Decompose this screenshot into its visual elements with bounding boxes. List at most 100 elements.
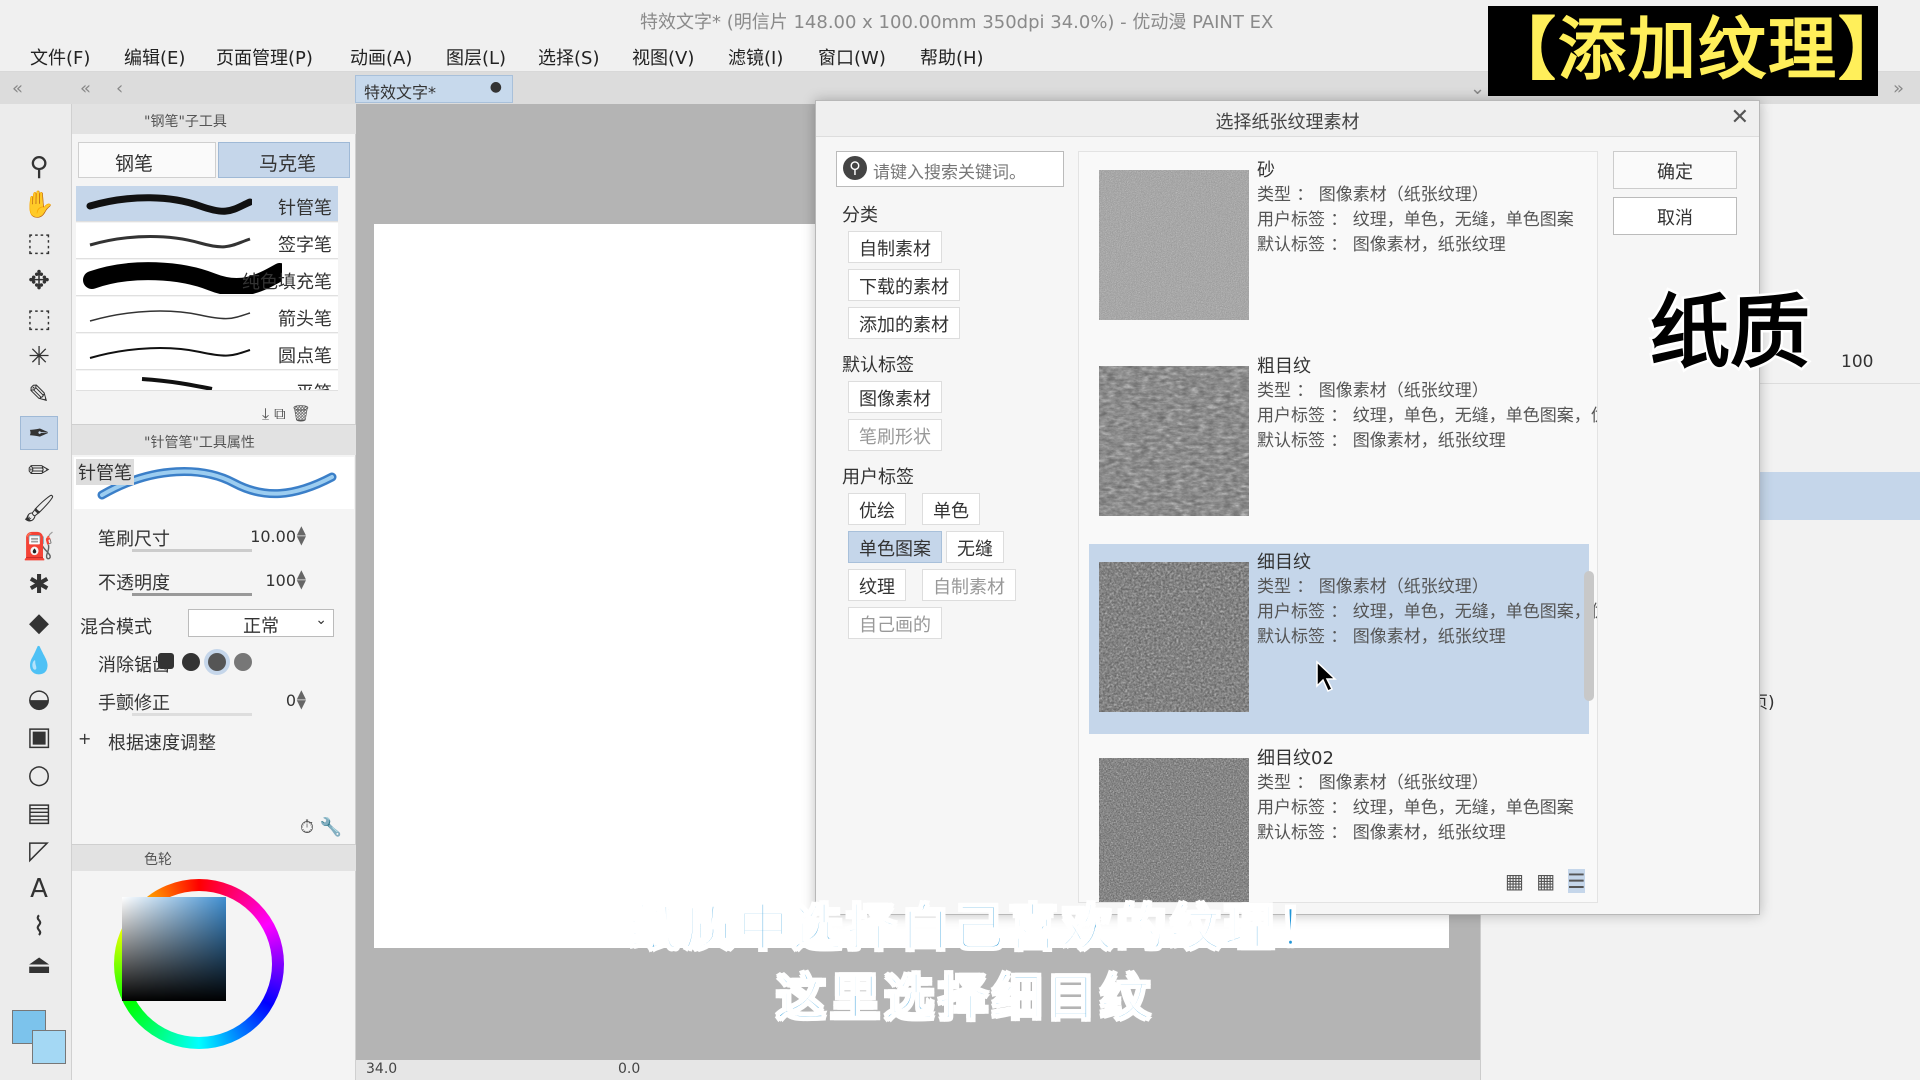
decoration-icon[interactable]: ✱ (20, 568, 58, 602)
move-icon[interactable]: ✥ (20, 264, 58, 298)
menu-view[interactable]: 视图(V) (632, 44, 694, 70)
antialias-none-icon[interactable] (158, 653, 174, 669)
text-icon[interactable]: A (20, 872, 58, 906)
airbrush-icon[interactable]: ⛽ (20, 530, 58, 564)
zoom-icon[interactable]: ⚲ (20, 150, 58, 184)
brush-item-signature-pen[interactable]: 签字笔 (76, 223, 338, 259)
figure-icon[interactable]: ○ (20, 758, 58, 792)
opacity-slider[interactable] (132, 593, 252, 596)
list-item-selected[interactable]: 细目纹 类型 ： 图像素材（纸张纹理） 用户标签 ： 纹理，单色，无缝，单色图案… (1089, 544, 1597, 734)
selection-icon[interactable]: ⬚ (20, 302, 58, 336)
correct-line-icon[interactable]: ⏏ (20, 948, 58, 982)
collapse-left-icon[interactable]: « (12, 78, 23, 99)
tab-pen[interactable]: 钢笔 (78, 142, 216, 178)
antialias-medium-icon[interactable] (208, 653, 226, 671)
sub-color-swatch[interactable] (32, 1030, 66, 1064)
brush-item-fill-pen[interactable]: 纯色填充笔 (76, 260, 338, 296)
balloon-icon[interactable]: ⌇ (20, 910, 58, 944)
gradient-icon[interactable]: ▣ (20, 720, 58, 754)
tag-custom-material[interactable]: 自制素材 (922, 569, 1016, 601)
blend-mode-select[interactable]: 正常 ⌄ (188, 609, 334, 637)
list-view-icon[interactable]: ☰ (1567, 869, 1586, 893)
menu-select[interactable]: 选择(S) (538, 44, 599, 70)
operation-icon[interactable]: ⬚ (20, 226, 58, 260)
brush-label: 平笔 (296, 379, 332, 390)
tag-youhui[interactable]: 优绘 (848, 493, 906, 525)
speed-label[interactable]: 根据速度调整 (108, 729, 216, 755)
menu-window[interactable]: 窗口(W) (818, 44, 886, 70)
frame-icon[interactable]: ▤ (20, 796, 58, 830)
tab-marker[interactable]: 马克笔 (218, 142, 350, 178)
small-grid-icon[interactable]: ▦ (1536, 869, 1555, 893)
tag-mono-pattern[interactable]: 单色图案 (848, 531, 942, 563)
brush-item-arrow-pen[interactable]: 箭头笔 (76, 297, 338, 333)
cancel-button[interactable]: 取消 (1613, 197, 1737, 235)
tag-image-material[interactable]: 图像素材 (848, 381, 942, 413)
list-item[interactable]: 砂 类型 ： 图像素材（纸张纹理） 用户标签 ： 纹理，单色，无缝，单色图案 默… (1089, 152, 1589, 342)
brush-icon[interactable]: 🖌 (20, 492, 58, 526)
chevron-down-icon[interactable]: ⌄ (1470, 78, 1485, 99)
stabilization-value[interactable]: 0 (286, 691, 296, 710)
eyedropper-icon[interactable]: ✎ (20, 378, 58, 412)
trash-icon[interactable]: 🗑 (291, 404, 311, 423)
zoom-value[interactable]: 34.0 (366, 1061, 397, 1077)
fill-icon[interactable]: ◒ (20, 682, 58, 716)
opacity-value[interactable]: 100 (265, 571, 296, 590)
list-item[interactable]: 粗目纹 类型 ： 图像素材（纸张纹理） 用户标签 ： 纹理，单色，无缝，单色图案… (1089, 348, 1597, 538)
list-scrollbar[interactable] (1582, 151, 1596, 903)
large-grid-icon[interactable]: ▦ (1505, 869, 1524, 893)
category-custom[interactable]: 自制素材 (848, 231, 942, 263)
antialias-weak-icon[interactable] (182, 653, 200, 671)
brush-item-dot-pen[interactable]: 圆点笔 (76, 334, 338, 370)
tag-sidebar: 分类 自制素材 下载的素材 添加的素材 默认标签 图像素材 笔刷形状 用户标签 … (836, 187, 1064, 903)
magic-wand-icon[interactable]: ✳ (20, 340, 58, 374)
tab-document[interactable]: 特效文字* ● (355, 75, 513, 103)
eraser-icon[interactable]: ◆ (20, 606, 58, 640)
pen-tool-icon[interactable]: ✒ (20, 416, 58, 450)
pencil-icon[interactable]: ✏ (20, 454, 58, 488)
copy-icon[interactable]: ⧉ (274, 404, 285, 423)
opacity-value[interactable]: 100 (1841, 352, 1873, 372)
spinner-icon[interactable]: ▲ ▼ (297, 524, 306, 546)
spinner-icon[interactable]: ▲ ▼ (297, 688, 306, 710)
subtool-panel: "钢笔"子工具 钢笔 马克笔 针管笔 签字笔 纯色填充笔 箭头笔 圆点笔 平笔 … (72, 104, 356, 424)
download-icon[interactable]: ⤓ (262, 404, 269, 423)
spinner-icon[interactable]: ▲ ▼ (297, 568, 306, 590)
menu-help[interactable]: 帮助(H) (920, 44, 984, 70)
subtool-panel-title: "钢笔"子工具 (144, 114, 227, 130)
blend-icon[interactable]: 💧 (20, 644, 58, 678)
stabilization-slider[interactable] (132, 713, 252, 716)
angle-value[interactable]: 0.0 (618, 1061, 640, 1077)
brush-item-flat-pen[interactable]: 平笔 (76, 371, 338, 391)
brush-label: 针管笔 (278, 198, 332, 219)
menu-edit[interactable]: 编辑(E) (124, 44, 185, 70)
expand-icon[interactable]: + (78, 729, 91, 748)
brush-size-value[interactable]: 10.00 (250, 527, 296, 546)
settings-icon[interactable]: ⏱ 🔧 (300, 817, 342, 838)
close-icon[interactable]: ✕ (1731, 105, 1749, 130)
ok-button[interactable]: 确定 (1613, 151, 1737, 189)
menu-page[interactable]: 页面管理(P) (216, 44, 313, 70)
tag-seamless[interactable]: 无缝 (946, 531, 1004, 563)
scroll-thumb[interactable] (1584, 571, 1594, 701)
brush-item-needle-pen[interactable]: 针管笔 (76, 186, 338, 222)
tag-mono[interactable]: 单色 (922, 493, 980, 525)
menu-file[interactable]: 文件(F) (30, 44, 90, 70)
tag-brush-shape[interactable]: 笔刷形状 (848, 419, 942, 451)
chevron-left-icon[interactable]: ‹ (116, 78, 123, 99)
menu-layer[interactable]: 图层(L) (446, 44, 506, 70)
category-added[interactable]: 添加的素材 (848, 307, 960, 339)
tag-texture[interactable]: 纹理 (848, 569, 906, 601)
menu-filter[interactable]: 滤镜(I) (728, 44, 783, 70)
menu-animation[interactable]: 动画(A) (350, 44, 412, 70)
tag-self-drawn[interactable]: 自己画的 (848, 607, 942, 639)
saturation-brightness-square[interactable] (122, 897, 226, 1001)
collapse-left-icon[interactable]: « (80, 78, 91, 99)
ruler-icon[interactable]: ◸ (20, 834, 58, 868)
brush-label: 签字笔 (278, 235, 332, 256)
hand-icon[interactable]: ✋ (20, 188, 58, 222)
search-input[interactable]: ⚲ 请键入搜索关键词。 (836, 151, 1064, 187)
category-downloaded[interactable]: 下载的素材 (848, 269, 960, 301)
brush-size-slider[interactable] (132, 549, 252, 552)
antialias-strong-icon[interactable] (234, 653, 252, 671)
